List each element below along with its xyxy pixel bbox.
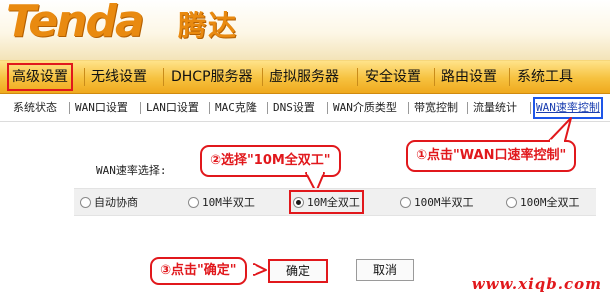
sub-item-lan-settings[interactable]: LAN口设置 bbox=[146, 100, 199, 116]
option-100m-half-label: 100M半双工 bbox=[414, 196, 474, 209]
sub-menu: 系统状态 WAN口设置 LAN口设置 MAC克隆 DNS设置 WAN介质类型 带… bbox=[0, 94, 610, 122]
option-100m-full[interactable]: 100M全双工 bbox=[506, 194, 580, 210]
callout-step1: ①点击"WAN口速率控制" bbox=[406, 140, 577, 172]
menu-divider bbox=[434, 68, 435, 86]
callout-step1-pointer bbox=[548, 117, 572, 143]
callout-step2-text: ②选择"10M全双工" bbox=[210, 153, 331, 168]
radio-100m-full[interactable] bbox=[506, 196, 517, 208]
sub-item-system-status[interactable]: 系统状态 bbox=[13, 100, 57, 116]
cancel-button[interactable]: 取消 bbox=[356, 259, 414, 281]
sub-divider bbox=[530, 102, 531, 114]
menu-divider bbox=[509, 68, 510, 86]
wan-rate-label: WAN速率选择: bbox=[96, 164, 167, 177]
option-10m-full-label: 10M全双工 bbox=[307, 196, 360, 209]
callout-step3: ③点击"确定" bbox=[150, 257, 247, 285]
menu-item-virtual-server[interactable]: 虚拟服务器 bbox=[269, 65, 339, 89]
radio-10m-half[interactable] bbox=[188, 196, 199, 208]
wan-rate-options: 自动协商 10M半双工 10M全双工 100M半双工 100M全双工 bbox=[74, 188, 596, 216]
option-auto-negotiate[interactable]: 自动协商 bbox=[80, 194, 138, 210]
sub-divider bbox=[209, 102, 210, 114]
main-menu: 高级设置 无线设置 DHCP服务器 虚拟服务器 安全设置 路由设置 系统工具 bbox=[0, 60, 610, 94]
sub-item-traffic-stats[interactable]: 流量统计 bbox=[473, 100, 517, 116]
menu-divider bbox=[357, 68, 358, 86]
option-10m-half-label: 10M半双工 bbox=[202, 196, 255, 209]
option-auto-negotiate-label: 自动协商 bbox=[94, 196, 138, 209]
header: Tenda 腾达 bbox=[0, 0, 610, 60]
sub-item-wan-medium[interactable]: WAN介质类型 bbox=[333, 100, 397, 116]
menu-item-security[interactable]: 安全设置 bbox=[365, 65, 421, 89]
menu-divider bbox=[84, 68, 85, 86]
radio-auto-negotiate[interactable] bbox=[80, 196, 91, 208]
tenda-logo-cn: 腾达 bbox=[178, 9, 239, 42]
menu-item-system-tools[interactable]: 系统工具 bbox=[517, 65, 573, 89]
watermark: www.xiqb.com bbox=[471, 275, 602, 293]
sub-item-wan-settings[interactable]: WAN口设置 bbox=[75, 100, 128, 116]
option-10m-half[interactable]: 10M半双工 bbox=[188, 194, 255, 210]
ok-button[interactable]: 确定 bbox=[268, 259, 328, 283]
radio-100m-half[interactable] bbox=[400, 196, 411, 208]
sub-divider bbox=[408, 102, 409, 114]
menu-item-routing[interactable]: 路由设置 bbox=[441, 65, 497, 89]
menu-divider bbox=[163, 68, 164, 86]
radio-10m-full[interactable] bbox=[293, 196, 304, 208]
sub-divider bbox=[69, 102, 70, 114]
sub-divider bbox=[327, 102, 328, 114]
callout-step1-text: ①点击"WAN口速率控制" bbox=[416, 148, 567, 163]
callout-step3-text: ③点击"确定" bbox=[160, 263, 237, 278]
sub-divider bbox=[267, 102, 268, 114]
menu-item-wireless[interactable]: 无线设置 bbox=[91, 65, 147, 89]
sub-divider bbox=[467, 102, 468, 114]
menu-item-advanced[interactable]: 高级设置 bbox=[7, 63, 73, 91]
menu-item-dhcp[interactable]: DHCP服务器 bbox=[171, 65, 253, 89]
menu-divider bbox=[262, 68, 263, 86]
sub-item-dns-settings[interactable]: DNS设置 bbox=[273, 100, 315, 116]
option-10m-full[interactable]: 10M全双工 bbox=[289, 190, 364, 214]
sub-item-mac-clone[interactable]: MAC克隆 bbox=[215, 100, 257, 116]
sub-divider bbox=[140, 102, 141, 114]
sub-item-bandwidth-control[interactable]: 带宽控制 bbox=[414, 100, 458, 116]
option-100m-full-label: 100M全双工 bbox=[520, 196, 580, 209]
option-100m-half[interactable]: 100M半双工 bbox=[400, 194, 474, 210]
tenda-logo: Tenda bbox=[6, 0, 145, 47]
sub-item-wan-rate-control[interactable]: WAN速率控制 bbox=[533, 97, 603, 119]
